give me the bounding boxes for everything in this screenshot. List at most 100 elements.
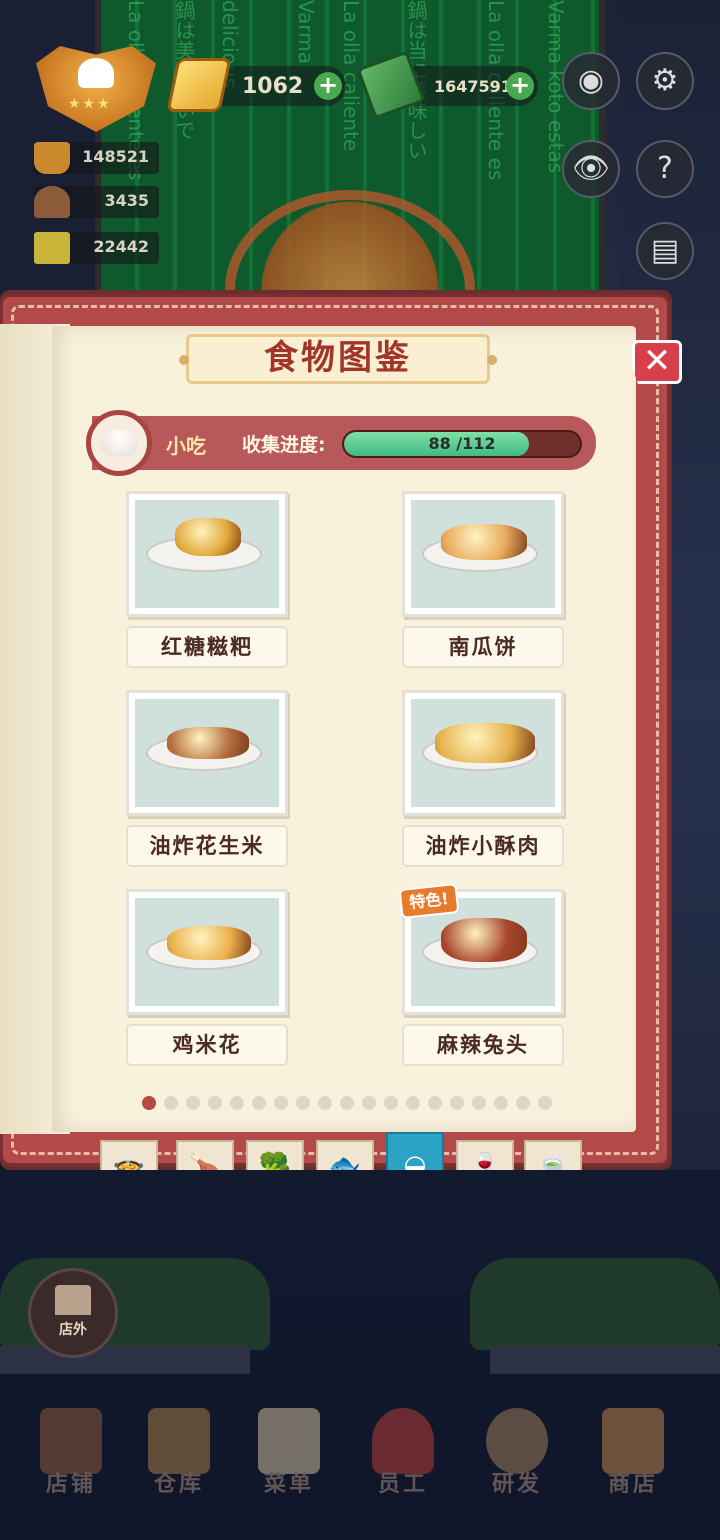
- cooking-pot-icon: [486, 1408, 548, 1474]
- clipboard-icon: [258, 1408, 320, 1474]
- page-indicator: [142, 1096, 552, 1110]
- nav-label: 店铺: [45, 1472, 96, 1497]
- food-image: [167, 727, 249, 759]
- camera-button[interactable]: ◉: [562, 52, 620, 110]
- food-image: [175, 518, 241, 556]
- nav-label: 菜单: [263, 1472, 314, 1497]
- page-dot[interactable]: [494, 1096, 508, 1110]
- store-icon: [40, 1408, 102, 1474]
- eye-icon: 👁: [571, 151, 611, 186]
- stat-value: 3435: [104, 191, 149, 210]
- panel-title: 食物图鉴: [179, 334, 497, 384]
- hedge: [470, 1258, 720, 1350]
- food-card[interactable]: [126, 889, 288, 1015]
- food-name: 南瓜饼: [402, 626, 564, 668]
- progress-label: 收集进度:: [242, 434, 326, 456]
- stat-value: 148521: [82, 147, 149, 166]
- close-icon: ✕: [642, 341, 672, 381]
- page-dot[interactable]: [142, 1096, 156, 1110]
- outside-label: 店外: [59, 1322, 87, 1338]
- close-button[interactable]: ✕: [632, 340, 682, 384]
- page-dot[interactable]: [472, 1096, 486, 1110]
- camera-icon: ◉: [577, 63, 605, 98]
- nav-shop[interactable]: 商店: [588, 1400, 678, 1510]
- nav-label: 仓库: [153, 1472, 204, 1497]
- nav-menu[interactable]: 菜单: [244, 1400, 334, 1510]
- staff-icon: [372, 1408, 434, 1474]
- food-card[interactable]: [402, 690, 564, 816]
- food-image: [167, 926, 251, 960]
- progress-text: 88 /112: [344, 434, 580, 453]
- nav-store[interactable]: 店铺: [26, 1400, 116, 1510]
- gear-icon: ⚙: [651, 63, 679, 98]
- chef-hat-icon: [78, 58, 114, 88]
- ledge: [0, 1346, 250, 1374]
- outside-button[interactable]: 店外: [28, 1268, 118, 1358]
- stat-value: 22442: [93, 237, 149, 256]
- steamed-bun-icon: [100, 429, 138, 457]
- nav-warehouse[interactable]: 仓库: [134, 1400, 224, 1510]
- stat-row-3: 22442: [34, 232, 159, 264]
- ledge: [490, 1346, 720, 1374]
- page-dot[interactable]: [164, 1096, 178, 1110]
- nav-label: 商店: [607, 1472, 658, 1497]
- page-dot[interactable]: [362, 1096, 376, 1110]
- food-name: 油炸花生米: [126, 825, 288, 867]
- nav-label: 研发: [491, 1472, 542, 1497]
- food-name: 鸡米花: [126, 1024, 288, 1066]
- food-card[interactable]: [402, 491, 564, 617]
- help-book-button[interactable]: ?: [636, 140, 694, 198]
- progress-total: /112: [456, 434, 496, 453]
- gold-counter: 1062 +: [166, 58, 346, 112]
- nav-staff[interactable]: 员工: [358, 1400, 448, 1510]
- gold-value: 1062: [242, 74, 304, 99]
- add-cash-button[interactable]: +: [506, 72, 534, 100]
- progress-current: 88: [428, 434, 451, 453]
- nav-label: 员工: [377, 1472, 428, 1497]
- page-dot[interactable]: [186, 1096, 200, 1110]
- shop-icon: [602, 1408, 664, 1474]
- page-dot[interactable]: [538, 1096, 552, 1110]
- food-card[interactable]: [126, 491, 288, 617]
- settings-button[interactable]: ⚙: [636, 52, 694, 110]
- food-image: [435, 723, 535, 763]
- ticket-icon: [34, 232, 70, 264]
- cash-counter: 16475912 +: [356, 50, 538, 120]
- book-icon: ▤: [650, 233, 680, 268]
- page-dot[interactable]: [252, 1096, 266, 1110]
- gold-bar-icon: [166, 58, 232, 112]
- page-dot[interactable]: [318, 1096, 332, 1110]
- help-book-icon: ?: [657, 151, 673, 186]
- page-dot[interactable]: [296, 1096, 310, 1110]
- page-dot[interactable]: [450, 1096, 464, 1110]
- food-card[interactable]: [126, 690, 288, 816]
- stat-row-2: 3435: [34, 186, 159, 218]
- special-tag: 特色!: [398, 883, 460, 919]
- page-dot[interactable]: [208, 1096, 222, 1110]
- food-name: 红糖糍粑: [126, 626, 288, 668]
- food-name: 油炸小酥肉: [402, 825, 564, 867]
- food-image: [441, 524, 527, 560]
- page-dot[interactable]: [230, 1096, 244, 1110]
- crate-icon: [148, 1408, 210, 1474]
- cloche-icon: [34, 186, 70, 218]
- page-dot[interactable]: [516, 1096, 530, 1110]
- page-dot[interactable]: [384, 1096, 398, 1110]
- food-name: 麻辣兔头: [402, 1024, 564, 1066]
- storefront-icon: [55, 1285, 91, 1315]
- page-dot[interactable]: [406, 1096, 420, 1110]
- pot-icon: [34, 142, 70, 174]
- add-gold-button[interactable]: +: [314, 72, 342, 100]
- recipe-book-button[interactable]: ▤: [636, 222, 694, 280]
- stat-row-1: 148521: [34, 142, 159, 174]
- category-icon: [86, 410, 152, 476]
- page-dot[interactable]: [274, 1096, 288, 1110]
- page-dot[interactable]: [340, 1096, 354, 1110]
- star-icon: ★★★: [68, 96, 112, 112]
- view-button[interactable]: 👁: [562, 140, 620, 198]
- category-name: 小吃: [166, 434, 206, 458]
- nav-research[interactable]: 研发: [472, 1400, 562, 1510]
- collection-progress: 88 /112: [342, 430, 582, 458]
- page-dot[interactable]: [428, 1096, 442, 1110]
- food-image: [441, 918, 527, 962]
